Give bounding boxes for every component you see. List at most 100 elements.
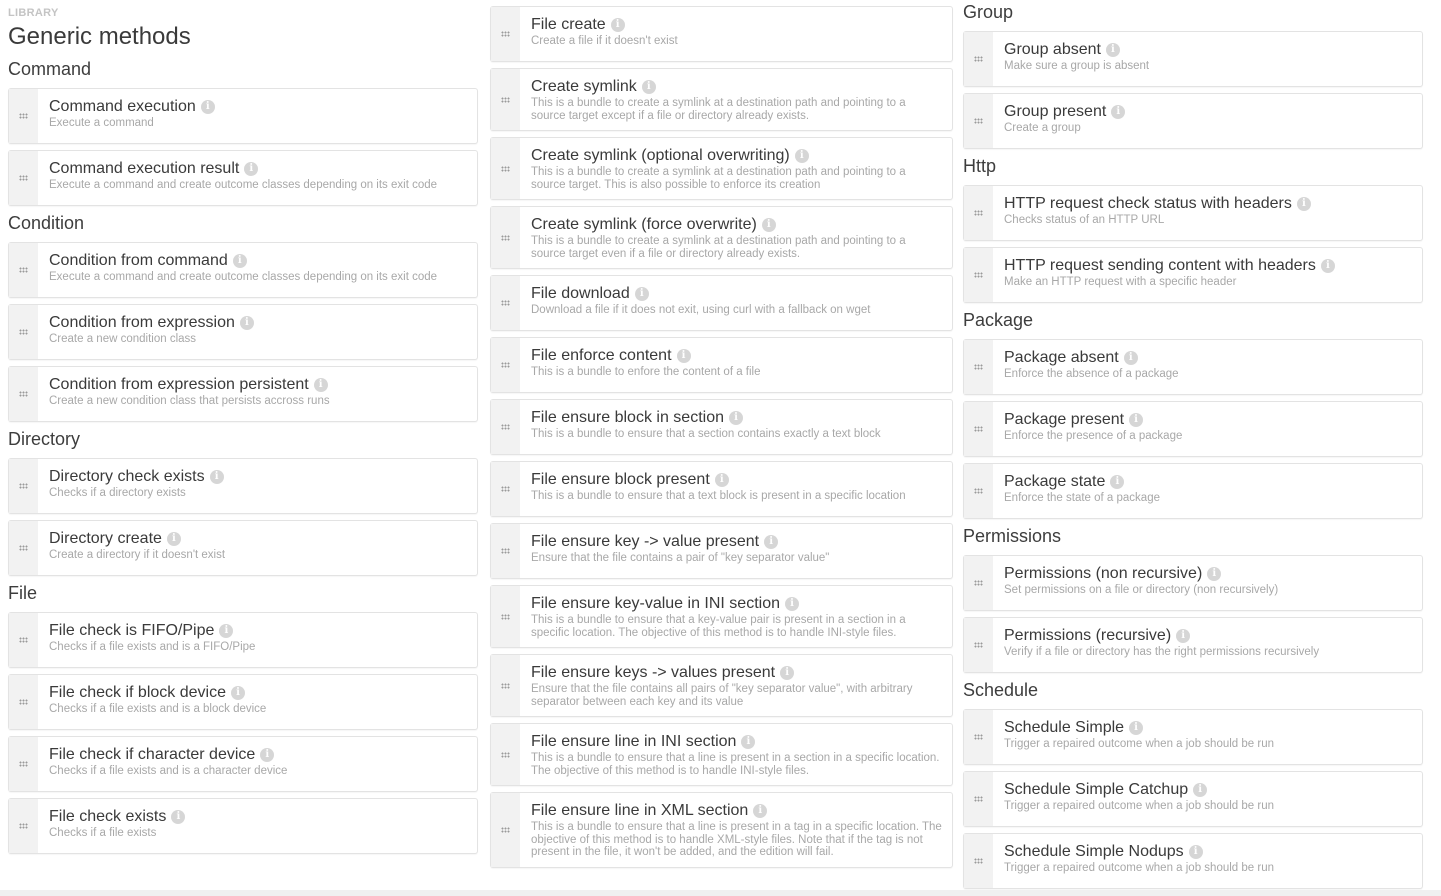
drag-handle[interactable] [9, 151, 38, 205]
info-icon[interactable]: i [1320, 258, 1335, 273]
drag-handle[interactable] [491, 793, 520, 867]
info-icon[interactable]: i [634, 286, 649, 301]
info-icon[interactable]: i [209, 469, 224, 484]
drag-handle[interactable] [964, 186, 993, 240]
drag-handle[interactable] [491, 400, 520, 454]
info-icon[interactable]: i [239, 315, 254, 330]
drag-handle[interactable] [491, 276, 520, 330]
method-card[interactable]: File ensure key -> value present i Ensur… [490, 523, 953, 579]
method-card[interactable]: File ensure block in section i This is a… [490, 399, 953, 455]
drag-handle[interactable] [9, 367, 38, 421]
method-card[interactable]: Package absent i Enforce the absence of … [963, 339, 1423, 395]
drag-handle[interactable] [964, 618, 993, 672]
info-icon[interactable]: i [785, 596, 799, 611]
method-card[interactable]: File check is FIFO/Pipe i Checks if a fi… [8, 612, 478, 668]
drag-handle[interactable] [964, 248, 993, 302]
info-icon[interactable]: i [780, 665, 795, 680]
drag-handle[interactable] [964, 94, 993, 148]
method-card[interactable]: Condition from expression persistent i C… [8, 366, 478, 422]
info-icon[interactable]: i [676, 348, 691, 363]
method-card[interactable]: Command execution i Execute a command [8, 88, 478, 144]
method-card[interactable]: Condition from expression i Create a new… [8, 304, 478, 360]
info-icon[interactable]: i [728, 410, 743, 425]
drag-handle[interactable] [491, 138, 520, 199]
drag-handle[interactable] [9, 459, 38, 513]
method-card[interactable]: File ensure key-value in INI section i T… [490, 585, 953, 648]
method-card[interactable]: Condition from command i Execute a comma… [8, 242, 478, 298]
method-card[interactable]: Command execution result i Execute a com… [8, 150, 478, 206]
method-card[interactable]: Permissions (non recursive) i Set permis… [963, 555, 1423, 611]
method-card[interactable]: HTTP request check status with headers i… [963, 185, 1423, 241]
method-card[interactable]: HTTP request sending content with header… [963, 247, 1423, 303]
drag-handle[interactable] [964, 464, 993, 518]
info-icon[interactable]: i [1188, 844, 1203, 859]
method-card[interactable]: Directory check exists i Checks if a dir… [8, 458, 478, 514]
method-card[interactable]: File ensure keys -> values present i Ens… [490, 654, 953, 717]
info-icon[interactable]: i [244, 161, 259, 176]
method-card[interactable]: File check if block device i Checks if a… [8, 674, 478, 730]
method-card[interactable]: File enforce content i This is a bundle … [490, 337, 953, 393]
info-icon[interactable]: i [166, 531, 181, 546]
method-card[interactable]: Group present i Create a group [963, 93, 1423, 149]
info-icon[interactable]: i [1296, 196, 1311, 211]
info-icon[interactable]: i [1207, 566, 1222, 581]
method-card[interactable]: Create symlink i This is a bundle to cre… [490, 68, 953, 131]
drag-handle[interactable] [9, 675, 38, 729]
drag-handle[interactable] [9, 521, 38, 575]
method-card[interactable]: Schedule Simple Catchup i Trigger a repa… [963, 771, 1423, 827]
method-card[interactable]: Create symlink (optional overwriting) i … [490, 137, 953, 200]
info-icon[interactable]: i [232, 253, 247, 268]
info-icon[interactable]: i [1105, 42, 1120, 57]
drag-handle[interactable] [491, 655, 520, 716]
info-icon[interactable]: i [641, 79, 656, 94]
drag-handle[interactable] [964, 556, 993, 610]
drag-handle[interactable] [964, 710, 993, 764]
method-card[interactable]: File download i Download a file if it do… [490, 275, 953, 331]
drag-handle[interactable] [964, 834, 993, 888]
method-card[interactable]: File check exists i Checks if a file exi… [8, 798, 478, 854]
method-card[interactable]: Package present i Enforce the presence o… [963, 401, 1423, 457]
info-icon[interactable]: i [1110, 474, 1125, 489]
info-icon[interactable]: i [1129, 720, 1144, 735]
info-icon[interactable]: i [230, 685, 245, 700]
drag-handle[interactable] [491, 724, 520, 785]
drag-handle[interactable] [964, 772, 993, 826]
info-icon[interactable]: i [741, 734, 756, 749]
drag-handle[interactable] [491, 7, 520, 61]
info-icon[interactable]: i [714, 472, 729, 487]
info-icon[interactable]: i [1123, 350, 1138, 365]
drag-handle[interactable] [9, 305, 38, 359]
drag-handle[interactable] [491, 338, 520, 392]
method-card[interactable]: File ensure line in XML section i This i… [490, 792, 953, 868]
info-icon[interactable]: i [794, 148, 809, 163]
method-card[interactable]: File check if character device i Checks … [8, 736, 478, 792]
info-icon[interactable]: i [1193, 782, 1208, 797]
info-icon[interactable]: i [764, 534, 779, 549]
drag-handle[interactable] [491, 462, 520, 516]
drag-handle[interactable] [9, 89, 38, 143]
drag-handle[interactable] [964, 340, 993, 394]
method-card[interactable]: File create i Create a file if it doesn'… [490, 6, 953, 62]
drag-handle[interactable] [9, 613, 38, 667]
drag-handle[interactable] [491, 207, 520, 268]
method-card[interactable]: Create symlink (force overwrite) i This … [490, 206, 953, 269]
info-icon[interactable]: i [761, 217, 776, 232]
info-icon[interactable]: i [1111, 104, 1126, 119]
drag-handle[interactable] [491, 524, 520, 578]
method-card[interactable]: Group absent i Make sure a group is abse… [963, 31, 1423, 87]
method-card[interactable]: File ensure line in INI section i This i… [490, 723, 953, 786]
method-card[interactable]: Permissions (recursive) i Verify if a fi… [963, 617, 1423, 673]
info-icon[interactable]: i [313, 377, 328, 392]
drag-handle[interactable] [491, 586, 520, 647]
info-icon[interactable]: i [610, 17, 625, 32]
info-icon[interactable]: i [753, 803, 768, 818]
drag-handle[interactable] [9, 737, 38, 791]
info-icon[interactable]: i [1176, 628, 1191, 643]
method-card[interactable]: Package state i Enforce the state of a p… [963, 463, 1423, 519]
method-card[interactable]: Directory create i Create a directory if… [8, 520, 478, 576]
method-card[interactable]: File ensure block present i This is a bu… [490, 461, 953, 517]
info-icon[interactable]: i [171, 809, 186, 824]
drag-handle[interactable] [9, 243, 38, 297]
info-icon[interactable]: i [200, 99, 215, 114]
info-icon[interactable]: i [219, 623, 234, 638]
